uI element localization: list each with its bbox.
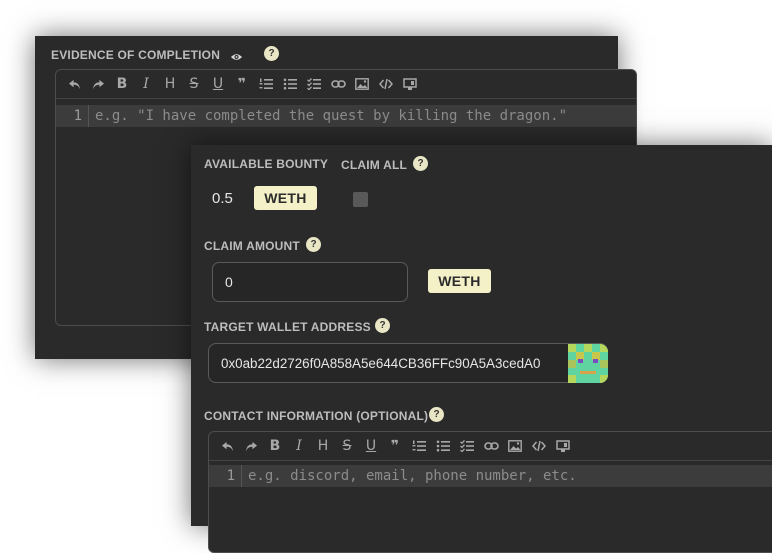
line-number: 1 (226, 468, 235, 484)
italic-icon[interactable]: I (134, 73, 158, 95)
line-number: 1 (73, 108, 82, 124)
code-icon[interactable] (527, 435, 551, 457)
bounty-amount: 0.5 (212, 190, 233, 207)
gutter-divider (88, 105, 89, 127)
code-icon[interactable] (374, 73, 398, 95)
claim-all-help-icon[interactable]: ? (413, 156, 428, 171)
unordered-list-icon[interactable] (278, 73, 302, 95)
evidence-label: EVIDENCE OF COMPLETION (51, 48, 221, 62)
checklist-icon[interactable] (302, 73, 326, 95)
contact-placeholder: e.g. discord, email, phone number, etc. (248, 468, 577, 484)
wallet-help-icon[interactable]: ? (375, 318, 390, 333)
available-bounty-label: AVAILABLE BOUNTY (204, 157, 329, 171)
preview-icon[interactable] (551, 435, 575, 457)
italic-icon[interactable]: I (287, 435, 311, 457)
preview-icon[interactable] (398, 73, 422, 95)
underline-icon[interactable]: U (359, 435, 383, 457)
claim-panel: AVAILABLE BOUNTY CLAIM ALL ? 0.5 WETH CL… (191, 145, 772, 553)
underline-icon[interactable]: U (206, 73, 230, 95)
quote-icon[interactable]: ❞ (230, 73, 254, 95)
contact-info-label: CONTACT INFORMATION (OPTIONAL) (204, 409, 429, 423)
evidence-toolbar: B I H S U ❞ (56, 70, 636, 99)
strikethrough-icon[interactable]: S (182, 73, 206, 95)
evidence-input-line[interactable]: 1 e.g. "I have completed the quest by ki… (56, 105, 636, 127)
checklist-icon[interactable] (455, 435, 479, 457)
contact-help-icon[interactable]: ? (429, 407, 444, 422)
wallet-address-input[interactable]: 0x0ab22d2726f0A858A5e644CB36FFc90A5A3ced… (208, 343, 608, 383)
claim-all-label: CLAIM ALL (341, 158, 408, 172)
strikethrough-icon[interactable]: S (335, 435, 359, 457)
unordered-list-icon[interactable] (431, 435, 455, 457)
link-icon[interactable] (479, 435, 503, 457)
claim-amount-label: CLAIM AMOUNT (204, 239, 300, 253)
undo-icon[interactable] (215, 435, 239, 457)
ordered-list-icon[interactable] (254, 73, 278, 95)
link-icon[interactable] (326, 73, 350, 95)
eye-icon[interactable] (230, 49, 243, 67)
wallet-address-label: TARGET WALLET ADDRESS (204, 320, 371, 334)
quote-icon[interactable]: ❞ (383, 435, 407, 457)
contact-input-line[interactable]: 1 e.g. discord, email, phone number, etc… (209, 465, 772, 487)
heading-icon[interactable]: H (158, 73, 182, 95)
contact-toolbar: B I H S U ❞ (209, 432, 772, 461)
gutter-divider (241, 465, 242, 487)
wallet-avatar (568, 344, 608, 383)
claim-amount-help-icon[interactable]: ? (306, 237, 321, 252)
image-icon[interactable] (350, 73, 374, 95)
evidence-placeholder: e.g. "I have completed the quest by kill… (95, 108, 568, 124)
ordered-list-icon[interactable] (407, 435, 431, 457)
evidence-help-icon[interactable]: ? (264, 46, 279, 61)
contact-editor[interactable]: B I H S U ❞ 1 e.g. discord, email, phone… (208, 431, 772, 553)
claim-amount-input[interactable]: 0 (212, 262, 408, 302)
claim-all-checkbox[interactable] (353, 192, 368, 207)
bold-icon[interactable]: B (110, 73, 134, 95)
redo-icon[interactable] (86, 73, 110, 95)
undo-icon[interactable] (62, 73, 86, 95)
claim-token-badge: WETH (428, 269, 491, 293)
redo-icon[interactable] (239, 435, 263, 457)
image-icon[interactable] (503, 435, 527, 457)
heading-icon[interactable]: H (311, 435, 335, 457)
bounty-token-badge: WETH (254, 186, 317, 210)
bold-icon[interactable]: B (263, 435, 287, 457)
